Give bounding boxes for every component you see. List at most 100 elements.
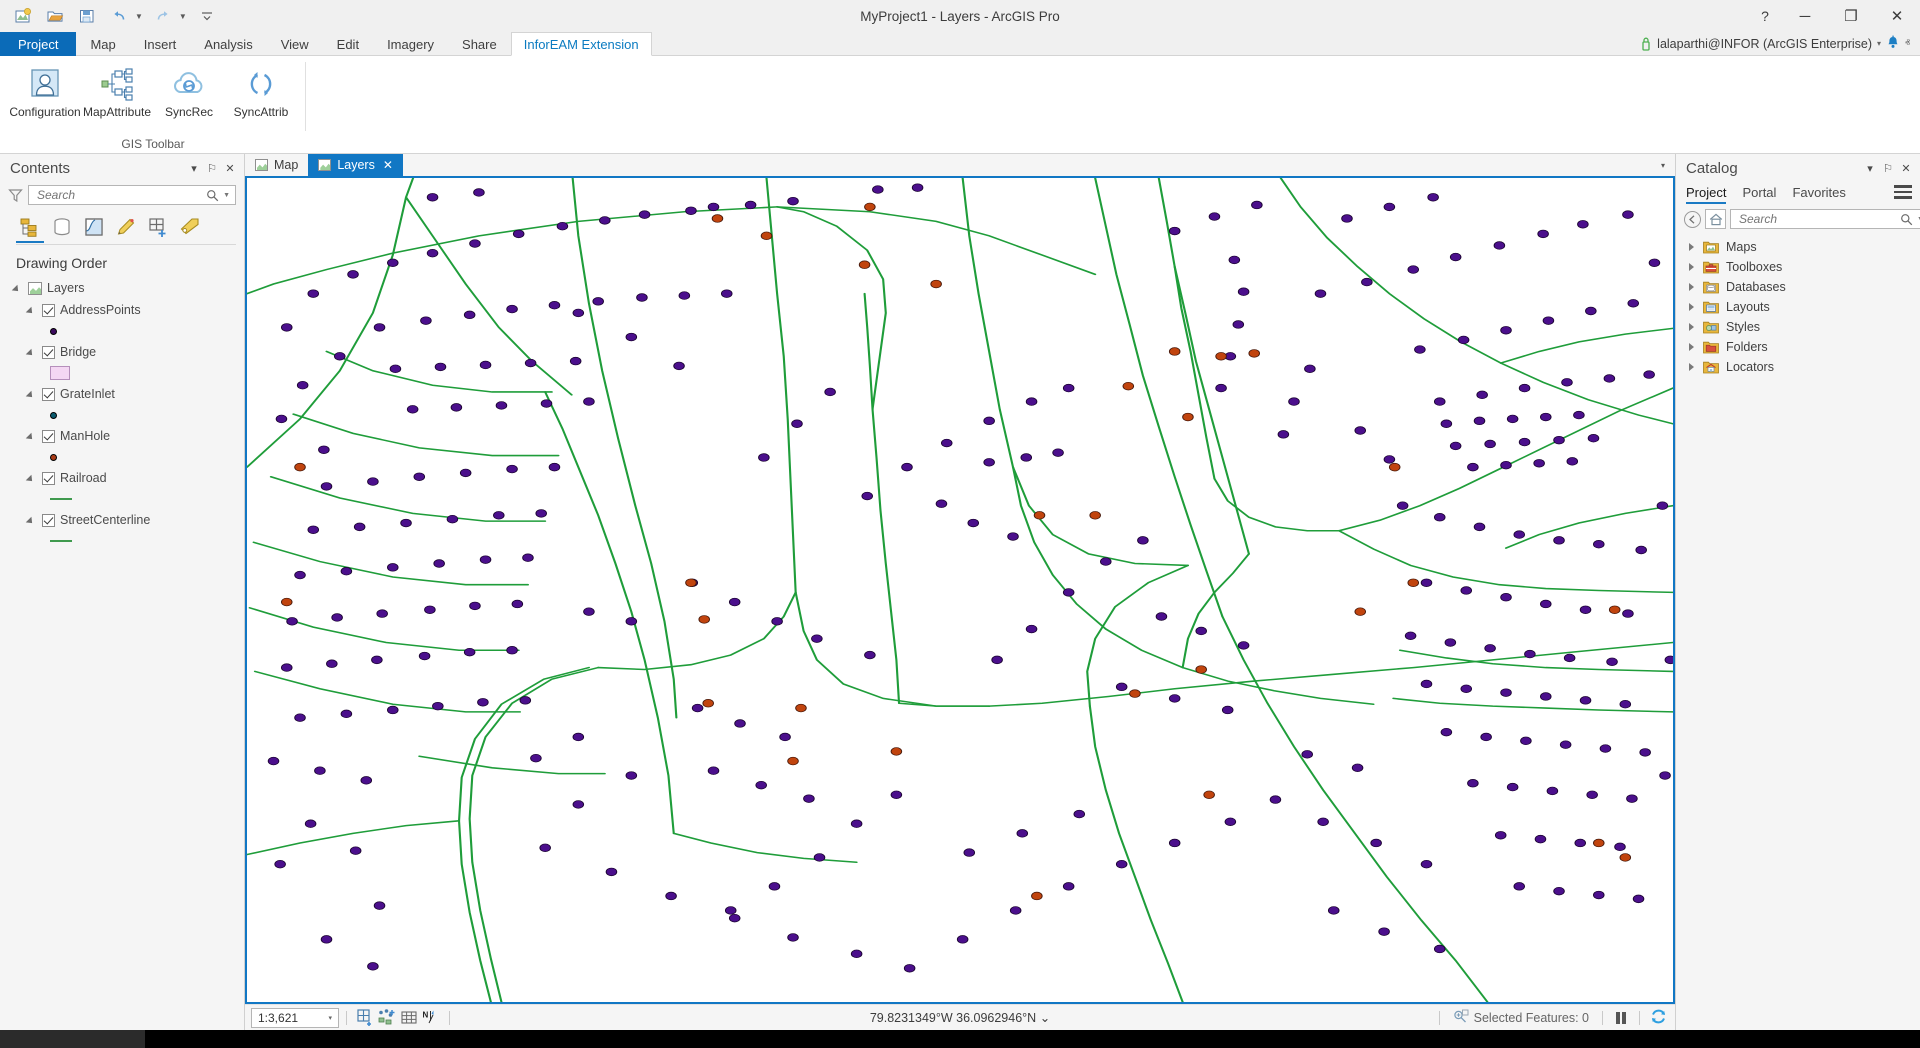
catalog-tab-portal[interactable]: Portal: [1742, 185, 1776, 204]
tab-list-by-selection[interactable]: [80, 214, 108, 240]
expand-icon[interactable]: [1688, 342, 1696, 352]
layer-visibility-checkbox[interactable]: [42, 430, 55, 443]
catalog-item-folders[interactable]: Folders: [1676, 337, 1920, 357]
catalog-item-maps[interactable]: Maps: [1676, 237, 1920, 257]
toc-layer-bridge[interactable]: Bridge: [6, 341, 244, 363]
catalog-menu-caret-icon[interactable]: ▾: [1862, 159, 1878, 177]
taskbar-start-area[interactable]: [0, 1030, 145, 1048]
catalog-item-locators[interactable]: Locators: [1676, 357, 1920, 377]
ribbon-button-syncrec[interactable]: SyncRec: [154, 60, 224, 121]
catalog-item-layouts[interactable]: Layouts: [1676, 297, 1920, 317]
refresh-button[interactable]: [1647, 1008, 1669, 1028]
layer-visibility-checkbox[interactable]: [42, 304, 55, 317]
account-name[interactable]: lalaparthi@INFOR (ArcGIS Enterprise): [1657, 37, 1872, 51]
catalog-tab-favorites[interactable]: Favorites: [1792, 185, 1845, 204]
search-icon[interactable]: [204, 189, 220, 202]
toc-layer-addresspoints[interactable]: AddressPoints: [6, 299, 244, 321]
north-arrow-tool-icon[interactable]: N: [420, 1008, 442, 1028]
selected-features-indicator[interactable]: Selected Features: 0: [1447, 1009, 1595, 1027]
close-button[interactable]: ✕: [1874, 0, 1920, 32]
toc-layer-manhole[interactable]: ManHole: [6, 425, 244, 447]
expand-collapse-icon[interactable]: [28, 348, 37, 357]
catalog-auto-hide-pin-icon[interactable]: ⚐: [1880, 159, 1896, 177]
map-scale-selector[interactable]: 1:3,621 ▾: [251, 1008, 339, 1028]
ribbon-tab-project[interactable]: Project: [0, 32, 76, 56]
catalog-item-databases[interactable]: Databases: [1676, 277, 1920, 297]
redo-icon[interactable]: [148, 3, 178, 29]
undo-icon[interactable]: [104, 3, 134, 29]
minimize-button[interactable]: ─: [1782, 0, 1828, 32]
expand-collapse-icon[interactable]: [28, 432, 37, 441]
layer-visibility-checkbox[interactable]: [42, 346, 55, 359]
tab-list-by-labeling[interactable]: [176, 214, 204, 240]
catalog-menu-icon[interactable]: [1894, 185, 1912, 204]
expand-icon[interactable]: [1688, 282, 1696, 292]
tab-list-by-data-source[interactable]: [48, 214, 76, 240]
catalog-tab-project[interactable]: Project: [1686, 185, 1726, 204]
open-project-icon[interactable]: [40, 3, 70, 29]
catalog-search-input[interactable]: [1737, 211, 1898, 227]
expand-collapse-icon[interactable]: [28, 474, 37, 483]
customize-qat-icon[interactable]: [192, 3, 222, 29]
grid-tool-icon[interactable]: [398, 1008, 420, 1028]
expand-icon[interactable]: [1688, 322, 1696, 332]
map-tab-close-icon[interactable]: ✕: [383, 158, 393, 172]
maximize-button[interactable]: ❐: [1828, 0, 1874, 32]
tab-list-by-editing[interactable]: [112, 214, 140, 240]
help-icon[interactable]: ?: [1748, 0, 1782, 32]
ribbon-tab-edit[interactable]: Edit: [323, 32, 373, 56]
ribbon-button-syncattrib[interactable]: SyncAttrib: [226, 60, 296, 121]
toc-root-layers[interactable]: Layers: [6, 277, 244, 299]
expand-collapse-icon[interactable]: [28, 306, 37, 315]
map-tab-layers[interactable]: Layers ✕: [308, 154, 403, 176]
ribbon-tab-view[interactable]: View: [267, 32, 323, 56]
tab-list-by-drawing-order[interactable]: [16, 214, 44, 240]
expand-collapse-icon[interactable]: [28, 516, 37, 525]
catalog-close-icon[interactable]: ✕: [1898, 159, 1914, 177]
catalog-search-box[interactable]: ▼: [1730, 209, 1920, 229]
expand-icon[interactable]: [1688, 302, 1696, 312]
search-options-caret-icon[interactable]: ▼: [1914, 216, 1920, 223]
scale-dropdown-caret-icon[interactable]: ▾: [324, 1014, 336, 1022]
contents-close-icon[interactable]: ✕: [222, 159, 238, 177]
layer-visibility-checkbox[interactable]: [42, 472, 55, 485]
toc-layer-grateinlet[interactable]: GrateInlet: [6, 383, 244, 405]
toc-layer-railroad[interactable]: Railroad: [6, 467, 244, 489]
ribbon-tab-insert[interactable]: Insert: [130, 32, 191, 56]
save-project-icon[interactable]: [72, 3, 102, 29]
toc-layer-streetcenterline[interactable]: StreetCenterline: [6, 509, 244, 531]
expand-icon[interactable]: [1688, 262, 1696, 272]
catalog-item-styles[interactable]: Styles: [1676, 317, 1920, 337]
expand-collapse-icon[interactable]: [14, 284, 23, 293]
contents-search-box[interactable]: ▼: [28, 185, 236, 205]
expand-icon[interactable]: [1688, 242, 1696, 252]
new-project-icon[interactable]: [8, 3, 38, 29]
contents-search-input[interactable]: [35, 187, 204, 203]
ribbon-tab-infoream-extension[interactable]: InforEAM Extension: [511, 32, 652, 56]
map-tab-map[interactable]: Map: [245, 154, 308, 176]
expand-icon[interactable]: [1688, 362, 1696, 372]
filter-icon[interactable]: [8, 188, 23, 203]
search-icon[interactable]: [1898, 213, 1914, 226]
ribbon-tab-imagery[interactable]: Imagery: [373, 32, 448, 56]
ribbon-tab-share[interactable]: Share: [448, 32, 511, 56]
home-icon[interactable]: [1705, 209, 1726, 229]
search-options-caret-icon[interactable]: ▼: [220, 192, 233, 199]
expand-collapse-icon[interactable]: [28, 390, 37, 399]
ribbon-button-mapattribute[interactable]: MapAttribute: [82, 60, 152, 121]
catalog-item-toolboxes[interactable]: Toolboxes: [1676, 257, 1920, 277]
ribbon-button-configuration[interactable]: Configuration: [10, 60, 80, 121]
back-icon[interactable]: [1684, 211, 1701, 228]
contents-auto-hide-pin-icon[interactable]: ⚐: [204, 159, 220, 177]
map-canvas[interactable]: [245, 176, 1675, 1004]
account-caret-icon[interactable]: ▾: [1877, 39, 1881, 48]
contents-menu-caret-icon[interactable]: ▾: [186, 159, 202, 177]
add-grid-tool-icon[interactable]: [354, 1008, 376, 1028]
select-features-tool-icon[interactable]: [376, 1008, 398, 1028]
redo-dropdown-caret-icon[interactable]: ▼: [176, 12, 190, 21]
ribbon-tab-map[interactable]: Map: [76, 32, 129, 56]
undo-dropdown-caret-icon[interactable]: ▼: [132, 12, 146, 21]
map-tab-overflow-caret-icon[interactable]: ▾: [1655, 161, 1671, 170]
coordinates-caret-icon[interactable]: ⌄: [1040, 1011, 1050, 1025]
layer-visibility-checkbox[interactable]: [42, 388, 55, 401]
